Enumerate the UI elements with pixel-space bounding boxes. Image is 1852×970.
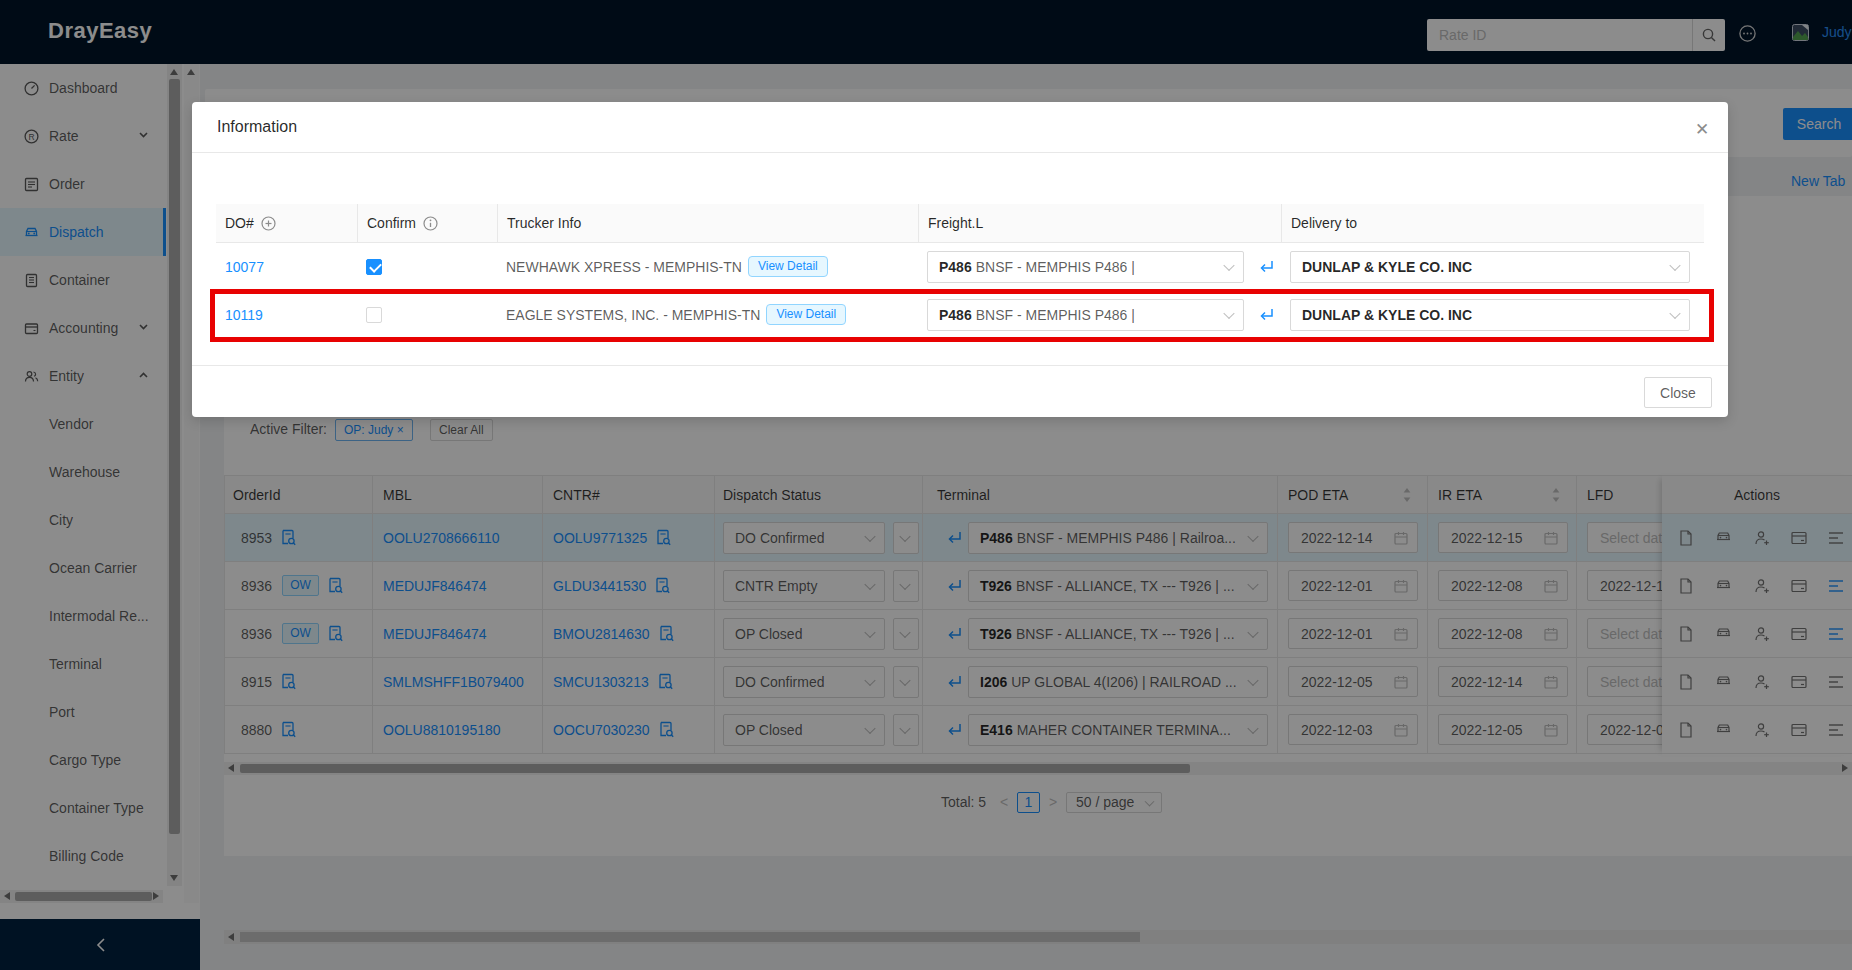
freight-select[interactable]: P486 BNSF - MEMPHIS P486 | xyxy=(927,251,1244,283)
modal-row-10077: 10077 NEWHAWK XPRESS - MEMPHIS-TN View De… xyxy=(216,243,1704,291)
do-link[interactable]: 10119 xyxy=(225,307,263,323)
col-freight: Freight.L xyxy=(918,204,1281,242)
delivery-select[interactable]: DUNLAP & KYLE CO. INC xyxy=(1290,251,1690,283)
delivery-select[interactable]: DUNLAP & KYLE CO. INC xyxy=(1290,299,1690,331)
col-delivery-to: Delivery to xyxy=(1281,204,1704,242)
chevron-down-icon xyxy=(1223,307,1234,318)
modal-footer: Close xyxy=(192,365,1728,417)
view-detail-button[interactable]: View Detail xyxy=(748,256,828,277)
modal-row-10119: 10119 EAGLE SYSTEMS, INC. - MEMPHIS-TN Vi… xyxy=(216,291,1704,339)
do-link[interactable]: 10077 xyxy=(225,259,264,275)
modal-header: Information ✕ xyxy=(192,102,1728,153)
app: DrayEasy Rate ID Judy Dashboard R Rat xyxy=(0,0,1852,970)
enter-icon[interactable] xyxy=(1259,259,1274,274)
modal-table-header: DO# Confirm Trucker Info Freight.L Deliv… xyxy=(216,204,1704,243)
freight-select[interactable]: P486 BNSF - MEMPHIS P486 | xyxy=(927,299,1244,331)
col-trucker-info: Trucker Info xyxy=(497,204,918,242)
close-icon[interactable]: ✕ xyxy=(1687,115,1717,145)
close-button[interactable]: Close xyxy=(1644,377,1712,408)
trucker-name: EAGLE SYSTEMS, INC. - MEMPHIS-TN xyxy=(506,307,760,323)
col-confirm: Confirm xyxy=(357,204,497,242)
confirm-checkbox[interactable] xyxy=(366,259,382,275)
chevron-down-icon xyxy=(1669,259,1680,270)
chevron-down-icon xyxy=(1669,307,1680,318)
view-detail-button[interactable]: View Detail xyxy=(766,304,846,325)
confirm-checkbox[interactable] xyxy=(366,307,382,323)
information-modal: Information ✕ DO# Confirm Trucker Info F… xyxy=(192,102,1728,417)
trucker-name: NEWHAWK XPRESS - MEMPHIS-TN xyxy=(506,259,742,275)
info-circle-icon[interactable] xyxy=(423,216,438,231)
modal-table: DO# Confirm Trucker Info Freight.L Deliv… xyxy=(216,204,1704,339)
modal-title: Information xyxy=(217,118,297,136)
plus-circle-icon[interactable] xyxy=(261,216,276,231)
chevron-down-icon xyxy=(1223,259,1234,270)
enter-icon[interactable] xyxy=(1259,307,1274,322)
col-do: DO# xyxy=(216,204,357,242)
